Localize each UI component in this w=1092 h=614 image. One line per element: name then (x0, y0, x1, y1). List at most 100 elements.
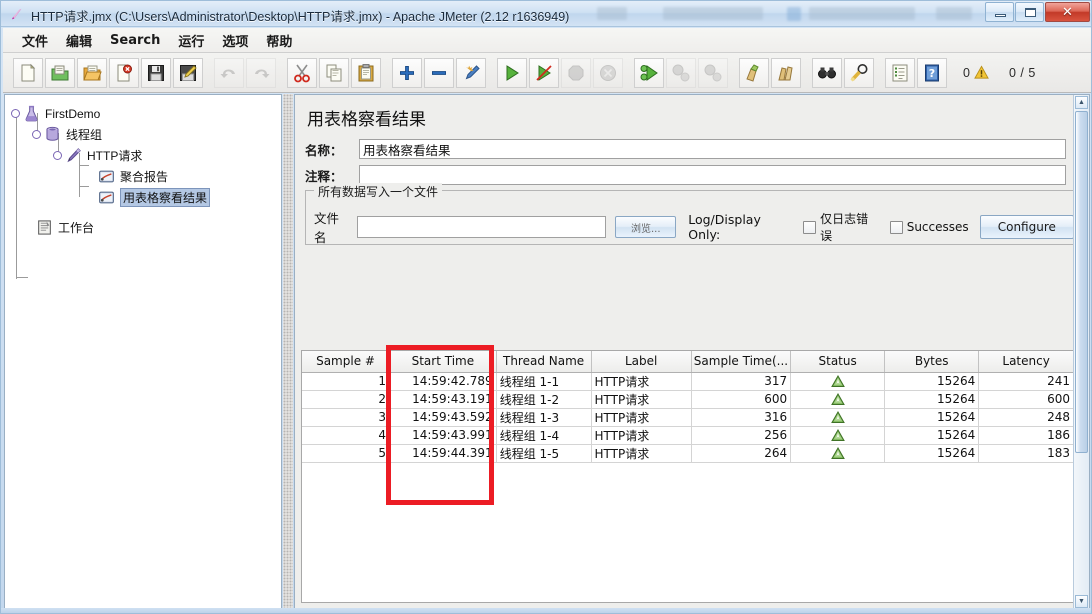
cell-sample-time: 317 (691, 372, 792, 391)
name-label: 名称： (305, 142, 343, 158)
tree-node-view-results-in-table[interactable]: 用表格察看结果 (11, 187, 281, 208)
expand-all-button[interactable] (392, 57, 422, 88)
copy-button[interactable] (319, 57, 349, 88)
cell-label: HTTP请求 (591, 408, 692, 427)
clear-all-button[interactable] (771, 57, 801, 88)
col-header-label[interactable]: Label (591, 351, 692, 373)
filename-input[interactable] (356, 216, 607, 238)
menu-search[interactable]: Search (101, 30, 169, 51)
remote-shutdown-all-icon (704, 64, 722, 81)
tree-label-thread-group: 线程组 (66, 128, 103, 142)
table-row[interactable]: 2 14:59:43.191 线程组 1-2 HTTP请求 600 15264 … (302, 390, 1073, 409)
remote-stop-all-button[interactable] (666, 57, 696, 88)
cell-sample-num: 4 (302, 426, 391, 445)
collapse-all-button[interactable] (424, 57, 454, 88)
tree-node-test-plan[interactable]: FirstDemo (11, 103, 281, 124)
menu-options[interactable]: 选项 (213, 28, 257, 53)
minimize-button[interactable] (985, 2, 1014, 22)
right-pane-scrollbar[interactable]: ▲ ▼ (1073, 95, 1089, 609)
cut-button[interactable] (287, 57, 317, 88)
paste-icon (358, 63, 374, 81)
start-no-pauses-button[interactable] (529, 57, 559, 88)
col-header-latency[interactable]: Latency (978, 351, 1073, 373)
menu-edit[interactable]: 编辑 (57, 28, 101, 53)
toggle-button[interactable] (456, 57, 486, 88)
expand-handle-icon[interactable] (11, 109, 20, 118)
cell-sample-num: 1 (302, 372, 391, 391)
col-header-sample-time[interactable]: Sample Time(... (691, 351, 792, 373)
help-button[interactable]: ? (917, 57, 947, 88)
stop-button[interactable] (561, 57, 591, 88)
successes-checkbox[interactable] (889, 220, 903, 234)
clear-all-icon (778, 65, 793, 80)
cell-start-time: 14:59:44.391 (389, 444, 497, 463)
table-row[interactable]: 1 14:59:42.789 线程组 1-1 HTTP请求 317 15264 … (302, 372, 1073, 391)
redo-icon (255, 69, 270, 78)
open-button[interactable] (77, 57, 107, 88)
pane-splitter[interactable] (283, 94, 293, 610)
menu-help[interactable]: 帮助 (257, 28, 301, 53)
redo-button[interactable] (246, 57, 276, 88)
col-header-status[interactable]: Status (790, 351, 886, 373)
save-button[interactable] (141, 57, 171, 88)
tree-node-thread-group[interactable]: 线程组 (11, 124, 281, 145)
menu-file[interactable]: 文件 (13, 28, 57, 53)
cell-bytes: 15264 (884, 444, 980, 463)
menu-run[interactable]: 运行 (169, 28, 213, 53)
save-as-button[interactable] (173, 57, 203, 88)
browse-button[interactable]: 浏览... (615, 216, 677, 238)
search-button[interactable] (812, 57, 842, 88)
remote-start-all-button[interactable] (634, 57, 664, 88)
function-helper-button[interactable] (885, 57, 915, 88)
table-row[interactable]: 3 14:59:43.592 线程组 1-3 HTTP请求 316 15264 … (302, 408, 1073, 427)
table-row[interactable]: 4 14:59:43.991 线程组 1-4 HTTP请求 256 15264 … (302, 426, 1073, 445)
expand-handle-icon[interactable] (53, 151, 62, 160)
configure-button[interactable]: Configure (979, 215, 1074, 239)
successes-label: Successes (906, 220, 969, 234)
maximize-restore-button[interactable] (1015, 2, 1044, 22)
cell-bytes: 15264 (884, 390, 980, 409)
col-header-sample-num[interactable]: Sample # (302, 351, 391, 373)
stop-icon (568, 65, 584, 80)
clear-button[interactable] (739, 57, 769, 88)
scroll-down-arrow-icon[interactable]: ▼ (1075, 595, 1088, 608)
comment-input[interactable] (359, 165, 1066, 185)
new-document-button[interactable] (13, 57, 43, 88)
status-bar (1, 608, 1091, 613)
errors-only-checkbox[interactable] (803, 220, 817, 234)
name-input[interactable] (359, 139, 1066, 159)
remote-start-all-icon (640, 64, 658, 81)
start-button[interactable] (497, 57, 527, 88)
cell-status (790, 444, 886, 463)
col-header-start-time[interactable]: Start Time (389, 351, 497, 373)
test-plan-flask-icon (25, 105, 38, 122)
undo-button[interactable] (214, 57, 244, 88)
close-document-button[interactable] (109, 57, 139, 88)
menu-bar: 文件 编辑 Search 运行 选项 帮助 (3, 28, 1091, 53)
shutdown-button[interactable] (593, 57, 623, 88)
tree-node-workbench[interactable]: 工作台 (11, 217, 281, 238)
cell-label: HTTP请求 (591, 426, 692, 445)
cell-thread-name: 线程组 1-5 (496, 444, 592, 463)
col-header-bytes[interactable]: Bytes (884, 351, 980, 373)
table-row[interactable]: 5 14:59:44.391 线程组 1-5 HTTP请求 264 15264 … (302, 444, 1073, 463)
toolbar-counters: 0 0 / 5 (963, 65, 1036, 80)
col-header-thread-name[interactable]: Thread Name (496, 351, 592, 373)
status-success-icon (830, 411, 845, 423)
scroll-up-arrow-icon[interactable]: ▲ (1075, 96, 1088, 109)
title-bar: HTTP请求.jmx (C:\Users\Administrator\Deskt… (1, 1, 1091, 27)
remote-shutdown-all-button[interactable] (698, 57, 728, 88)
expand-handle-icon[interactable] (32, 130, 41, 139)
tree-node-http-request[interactable]: HTTP请求 (11, 145, 281, 166)
jmeter-app-icon (11, 8, 22, 20)
tree-node-aggregate-report[interactable]: 聚合报告 (11, 166, 281, 187)
warning-triangle-icon[interactable] (974, 65, 989, 80)
search-reset-button[interactable] (844, 57, 874, 88)
templates-button[interactable] (45, 57, 75, 88)
tree-label-workbench: 工作台 (58, 221, 95, 235)
window-title: HTTP请求.jmx (C:\Users\Administrator\Deskt… (31, 10, 570, 24)
close-button[interactable]: ✕ (1045, 2, 1090, 22)
scrollbar-thumb[interactable] (1075, 111, 1088, 453)
paste-button[interactable] (351, 57, 381, 88)
test-plan-tree: FirstDemo 线程组 HTTP请求 聚合报告 用表格察看结果 工作台 (5, 95, 281, 279)
